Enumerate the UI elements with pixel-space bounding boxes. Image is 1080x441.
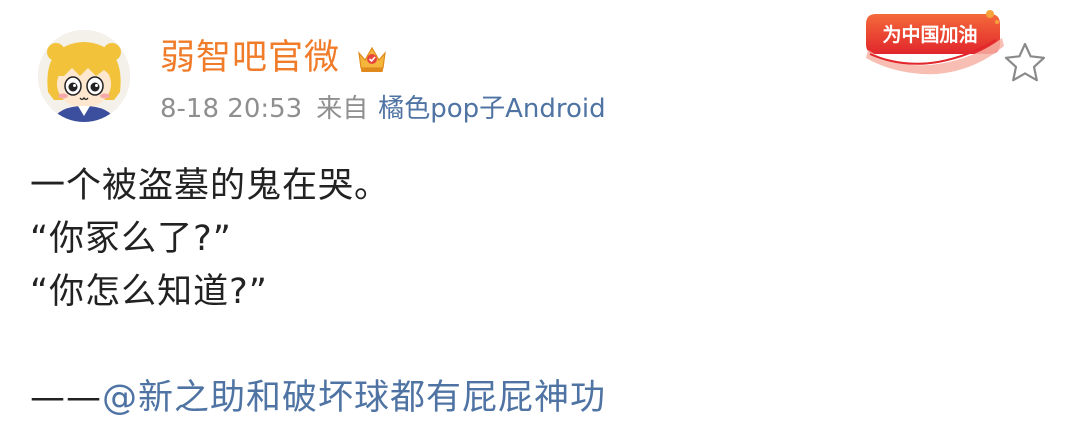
post-meta: 8-18 20:53 来自 橘色pop子Android: [160, 91, 606, 127]
campaign-badge-text: 为中国加油: [882, 23, 977, 46]
content-line-3: “你怎么知道?”: [30, 272, 268, 312]
mention-link[interactable]: @新之助和破坏球都有屁屁神功: [102, 378, 606, 418]
source-link[interactable]: 橘色pop子Android: [378, 94, 605, 124]
avatar[interactable]: [38, 30, 130, 122]
author-name[interactable]: 弱智吧官微: [160, 36, 340, 80]
signature-dash: ——: [30, 378, 102, 418]
content-line-2: “你冢么了?”: [30, 219, 232, 259]
source-prefix: 来自: [316, 94, 369, 124]
content-signature: ——@新之助和破坏球都有屁屁神功: [30, 372, 1050, 425]
crown-icon: [358, 46, 386, 72]
post-content: 一个被盗墓的鬼在哭。 “你冢么了?” “你怎么知道?” ——@新之助和破坏球都有…: [30, 160, 1050, 425]
post-time: 8-18 20:53: [160, 94, 303, 124]
star-icon[interactable]: [1002, 40, 1048, 86]
content-line-1: 一个被盗墓的鬼在哭。: [30, 166, 391, 206]
avatar-image: [38, 30, 130, 122]
campaign-badge[interactable]: 为中国加油: [858, 4, 1008, 78]
